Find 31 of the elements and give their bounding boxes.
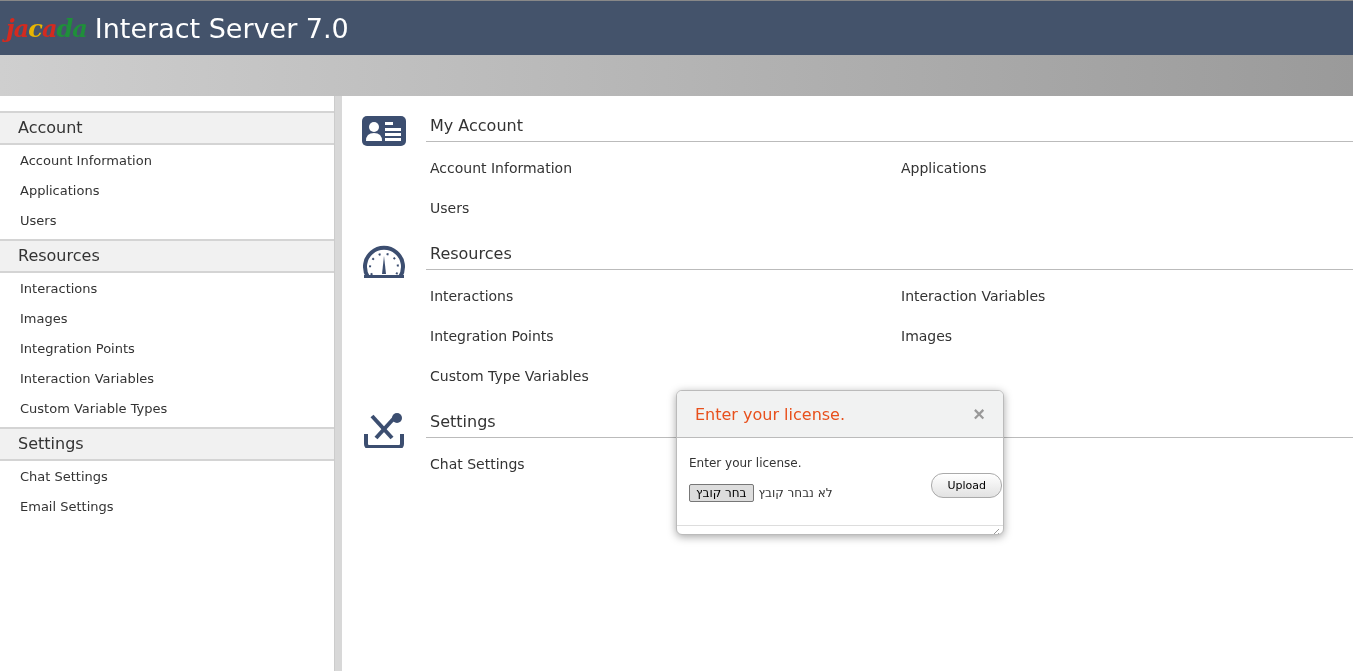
section-link[interactable]: Users [430, 182, 901, 222]
section-link[interactable]: Account Information [430, 142, 901, 182]
sidebar-link[interactable]: Interactions [0, 275, 334, 305]
section-link[interactable]: Images [901, 310, 1353, 350]
choose-file-button[interactable]: בחר קובץ [689, 484, 754, 502]
sidebar-link[interactable]: Email Settings [0, 493, 334, 523]
sidebar-link[interactable]: Images [0, 305, 334, 335]
section-link[interactable]: Applications [901, 142, 1353, 182]
sidebar-link[interactable]: Account Information [0, 147, 334, 177]
dialog-message: Enter your license. [689, 456, 803, 470]
sidebar-link[interactable]: Integration Points [0, 335, 334, 365]
file-status: לא נבחר קובץ [758, 486, 833, 500]
section-link[interactable]: Interaction Variables [901, 270, 1353, 310]
tools-icon [362, 412, 406, 448]
section-link[interactable]: Integration Points [430, 310, 901, 350]
upload-button[interactable]: Upload [931, 472, 1002, 498]
section-link[interactable]: Custom Type Variables [430, 350, 901, 390]
section-link[interactable]: Interactions [430, 270, 901, 310]
sidebar-heading: Account [0, 111, 334, 145]
sidebar-link[interactable]: Custom Variable Types [0, 395, 334, 425]
section-title: Resources [426, 242, 1353, 270]
gauge-icon [362, 244, 406, 278]
sidebar-heading: Resources [0, 239, 334, 273]
sidebar-link[interactable]: Chat Settings [0, 463, 334, 493]
section-title: My Account [426, 114, 1353, 142]
sidebar-link[interactable]: Users [0, 207, 334, 237]
sidebar-heading: Settings [0, 427, 334, 461]
id-card-icon [362, 116, 406, 146]
sidebar-link[interactable]: Interaction Variables [0, 365, 334, 395]
app-title: Interact Server 7.0 [94, 12, 349, 44]
sidebar-link[interactable]: Applications [0, 177, 334, 207]
